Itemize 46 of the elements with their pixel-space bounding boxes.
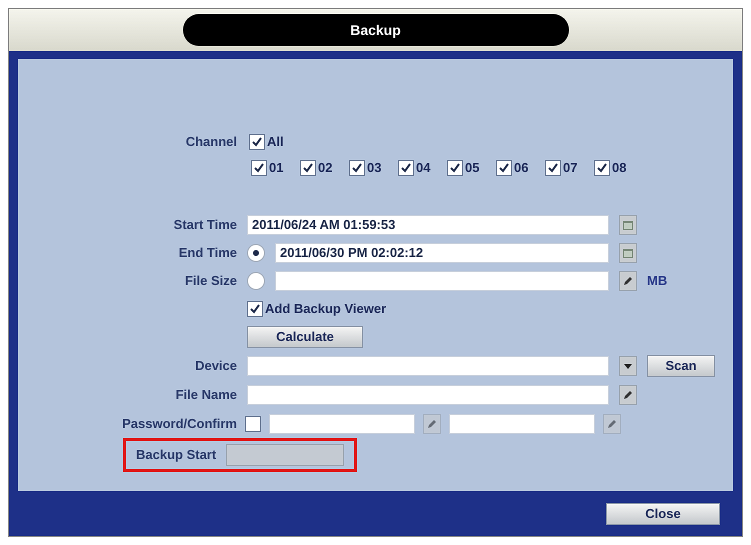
checkbox-label: 05 (465, 159, 480, 178)
input-field[interactable] (247, 356, 609, 376)
pencil-icon[interactable] (619, 384, 637, 404)
input-field[interactable] (275, 271, 609, 291)
input-field[interactable] (449, 414, 595, 434)
checkbox-label: 07 (563, 159, 578, 178)
calculate-button[interactable]: Calculate (247, 326, 363, 348)
window-title: Backup (350, 20, 401, 40)
field-label: Channel (186, 133, 237, 152)
input-field[interactable]: 2011/06/30 PM 02:02:12 (275, 243, 609, 263)
checkbox-label: 04 (416, 159, 430, 178)
checkbox-label: 01 (269, 159, 284, 178)
checkbox[interactable] (249, 134, 265, 150)
field-label: File Size (184, 272, 237, 290)
checkbox[interactable] (251, 160, 267, 176)
close-button[interactable]: Close (606, 502, 720, 524)
checkbox[interactable] (245, 416, 261, 432)
field-label: End Time (178, 244, 237, 262)
checkbox[interactable] (300, 160, 316, 176)
radio-button[interactable] (247, 272, 265, 290)
dropdown-icon[interactable] (619, 356, 637, 376)
checkbox-label: 02 (318, 159, 332, 178)
checkbox[interactable] (398, 160, 414, 176)
checkbox-label: 08 (612, 159, 626, 178)
checkbox[interactable] (447, 160, 463, 176)
input-field[interactable]: 2011/06/24 AM 01:59:53 (247, 215, 609, 235)
checkbox-label: 03 (367, 159, 382, 178)
checkbox[interactable] (247, 301, 263, 317)
unit-label: MB (647, 272, 668, 290)
radio-button[interactable] (247, 244, 265, 262)
input-field[interactable] (247, 384, 609, 404)
checkbox-label: All (267, 133, 284, 152)
input-field[interactable] (269, 414, 415, 434)
field-label: File Name (176, 386, 237, 404)
field-label: Password/Confirm (122, 414, 237, 433)
checkbox[interactable] (496, 160, 512, 176)
checkbox[interactable] (545, 160, 561, 176)
checkbox[interactable] (349, 160, 365, 176)
field-label: Device (195, 356, 237, 375)
scan-button[interactable]: Scan (647, 354, 715, 376)
field-label: Backup Start (136, 446, 216, 464)
checkbox-label: 06 (514, 159, 528, 178)
checkbox-label: Add Backup Viewer (265, 300, 386, 318)
checkbox[interactable] (594, 160, 610, 176)
field-label: Start Time (174, 216, 237, 234)
pencil-icon[interactable] (619, 271, 637, 291)
